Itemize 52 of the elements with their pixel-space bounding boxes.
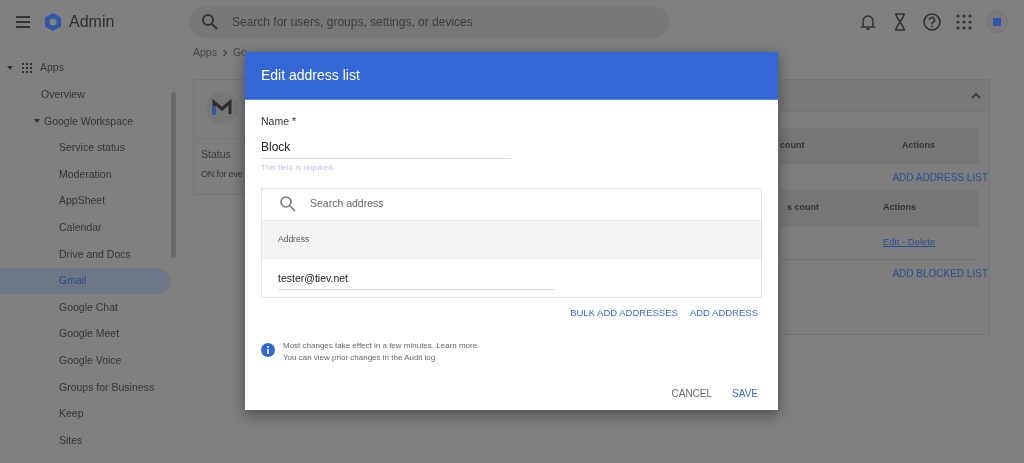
sidebar-item[interactable]: Keep <box>0 400 170 428</box>
logo-icon <box>43 12 63 32</box>
search-bar[interactable]: Search for users, groups, settings, or devices <box>189 6 669 38</box>
column-header: count <box>780 138 806 152</box>
text-button[interactable]: ADD ADDRESS <box>689 303 758 322</box>
sidebar-item[interactable]: Moderation <box>0 161 170 188</box>
info-icon <box>261 343 275 357</box>
breadcrumb-link[interactable]: Apps <box>193 45 217 61</box>
apps-icon <box>22 63 32 74</box>
sidebar-item[interactable]: Apps <box>0 55 170 82</box>
text-button[interactable]: BULK ADD ADDRESSES <box>570 303 678 322</box>
sidebar-item[interactable]: Groups for Business <box>0 374 170 401</box>
address-search-bar[interactable]: Search address <box>262 188 761 221</box>
apps-grid-icon[interactable] <box>954 12 974 32</box>
info-text: You can view prior changes in the Audit log <box>283 352 437 364</box>
sidebar-item[interactable]: Google Chat <box>0 294 170 321</box>
add-list-button[interactable]: ADD ADDRESS LIST <box>892 169 988 185</box>
bell-icon[interactable] <box>858 12 878 32</box>
sidebar-item[interactable]: Drive and Docs <box>0 241 170 268</box>
sidebar-item[interactable]: AppSheet <box>0 187 170 215</box>
chevron-up-icon[interactable] <box>971 91 981 100</box>
column-header: Actions <box>883 200 916 214</box>
search-icon <box>200 12 220 32</box>
sidebar-item[interactable]: Overview <box>0 81 170 109</box>
menu-icon[interactable] <box>16 16 30 28</box>
app-title: Admin <box>69 12 116 32</box>
chevron-right-icon <box>220 49 229 57</box>
avatar-icon[interactable] <box>986 11 1008 33</box>
column-header: s count <box>786 200 820 214</box>
sidebar-item[interactable]: Sites <box>0 427 170 454</box>
search-field[interactable]: Search for users, groups, settings, or devices <box>230 12 650 32</box>
learn-more-link[interactable]: Learn more <box>436 341 478 350</box>
dialog-title: Edit address list <box>245 52 778 100</box>
help-icon[interactable] <box>922 12 942 32</box>
save-button[interactable]: SAVE <box>732 384 758 403</box>
sidebar-item[interactable]: Gmail <box>0 267 170 295</box>
sidebar-item[interactable]: Google Voice <box>0 347 170 375</box>
sidebar-item[interactable]: Google Meet <box>0 320 170 348</box>
sidebar-item[interactable]: Calendar <box>0 214 170 242</box>
info-text: Most changes take effect in a few minutes. Learn more <box>283 340 478 352</box>
sidebar-item[interactable]: Google Workspace <box>0 108 170 135</box>
audit-log-link[interactable]: Audit log <box>404 353 436 362</box>
edit-delete-links[interactable]: Edit - Delete <box>883 235 936 250</box>
field-label: Name * <box>261 114 297 129</box>
add-list-button[interactable]: ADD BLOCKED LIST <box>892 265 988 281</box>
column-header: Address <box>278 232 310 246</box>
cancel-button[interactable]: CANCEL <box>671 384 713 403</box>
status-label: Status <box>201 147 231 162</box>
sidebar-item[interactable]: Service status <box>0 134 170 162</box>
column-header: Actions <box>902 138 935 152</box>
status-value: ON for eve <box>201 167 243 181</box>
mail-icon <box>206 92 238 124</box>
